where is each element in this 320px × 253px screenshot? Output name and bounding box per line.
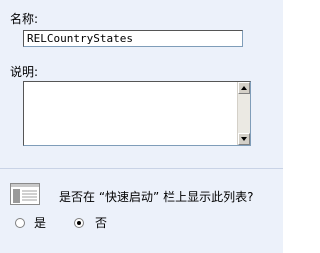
radio-selected-dot [77,221,81,225]
quick-launch-question: 是否在 “快速启动” 栏上显示此列表? [59,190,254,204]
description-textarea[interactable] [23,81,251,146]
scroll-up-icon[interactable] [238,82,250,94]
name-input[interactable]: RELCountryStates [23,30,243,47]
quick-launch-yes-label[interactable]: 是 [34,216,46,230]
name-label: 名称: [10,12,39,26]
quick-launch-no-label[interactable]: 否 [95,216,107,230]
description-label: 说明: [10,65,39,79]
section-divider [0,168,283,169]
description-scrollbar[interactable] [237,82,250,145]
list-table-icon [10,183,40,205]
list-settings-panel: 名称: RELCountryStates 说明: 是否在 “快速启动” 栏上显示… [0,0,283,253]
quick-launch-yes-radio[interactable] [15,218,25,228]
scroll-down-icon[interactable] [238,133,250,145]
quick-launch-no-radio[interactable] [74,218,84,228]
